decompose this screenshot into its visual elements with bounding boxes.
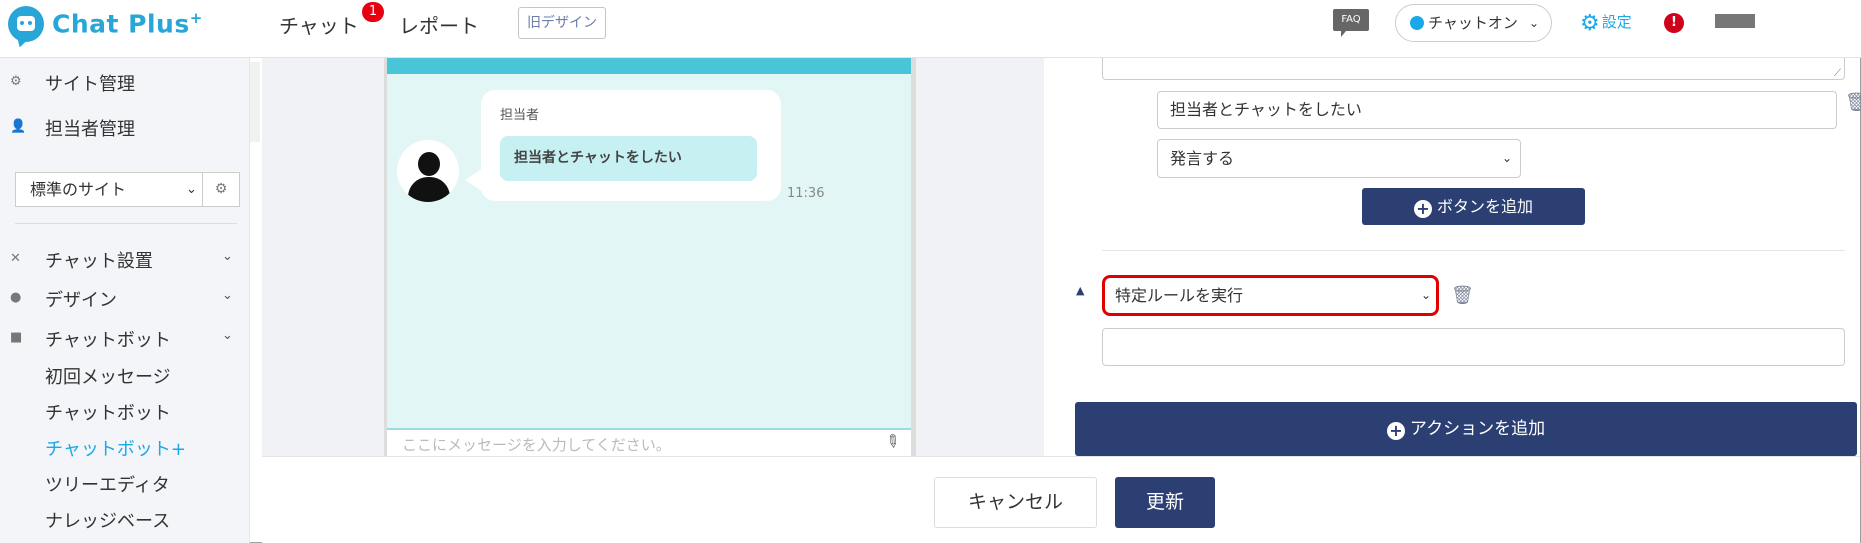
gear-icon: ⚙ [10, 74, 22, 89]
sender-name: 担当者 [500, 108, 540, 123]
sidebar-item-label: デザイン [45, 290, 117, 311]
add-action-button[interactable]: + アクションを追加 [1075, 402, 1857, 456]
sidebar-subitem-chatbot-plus[interactable]: チャットボット+ [45, 435, 186, 461]
divider [1102, 250, 1845, 251]
chevron-down-icon: ⌄ [1421, 288, 1432, 302]
settings-link[interactable]: ⚙ 設定 [1580, 11, 1632, 36]
message-input-placeholder: ここにメッセージを入力してください。 [402, 436, 671, 454]
old-design-button[interactable]: 旧デザイン [518, 7, 606, 39]
avatar [397, 140, 459, 202]
chevron-down-icon: ⌄ [222, 249, 233, 264]
add-button-button[interactable]: + ボタンを追加 [1362, 188, 1585, 225]
rule-select-field[interactable] [1102, 328, 1845, 366]
site-select[interactable]: 標準のサイト ⌄ [15, 172, 203, 207]
chat-bubble-icon [8, 6, 44, 42]
message-input[interactable]: ここにメッセージを入力してください。 ✎ [387, 428, 911, 456]
nav-report[interactable]: レポート [399, 10, 479, 39]
chat-status-toggle[interactable]: チャットオン ⌄ [1395, 4, 1552, 42]
button-action-select[interactable]: 発言する ⌄ [1157, 139, 1521, 178]
settings-label: 設定 [1601, 13, 1632, 31]
button-text-input[interactable]: 担当者とチャットをしたい [1157, 91, 1837, 129]
plus-icon: + [1386, 422, 1405, 440]
divider [15, 223, 237, 224]
paperclip-icon[interactable]: ✎ [880, 430, 904, 454]
sidebar-subitem-first-message[interactable]: 初回メッセージ [45, 363, 171, 389]
button-action-value: 発言する [1170, 149, 1235, 168]
user-menu[interactable] [1715, 14, 1755, 28]
sidebar-item-label: チャットボット [45, 330, 171, 351]
sidebar-item-label: チャット設置 [45, 251, 153, 272]
sidebar-subitem-chatbot[interactable]: チャットボット [45, 399, 171, 425]
preview-header-bar [387, 58, 911, 74]
trash-icon[interactable]: 🗑 [1451, 285, 1474, 306]
sidebar-subitem-tree-editor[interactable]: ツリーエディタ [45, 471, 170, 497]
chevron-down-icon: ⌄ [1528, 16, 1539, 30]
chevron-down-icon: ⌄ [186, 182, 197, 197]
chat-notification-badge: 1 [362, 2, 384, 22]
cancel-button[interactable]: キャンセル [934, 477, 1097, 528]
chat-status-label: チャットオン [1428, 14, 1518, 32]
faq-icon[interactable]: FAQ [1333, 9, 1369, 37]
plus-icon: + [1413, 200, 1432, 218]
trash-icon[interactable]: 🗑 [1845, 92, 1861, 113]
user-gear-icon: 👤 [10, 119, 27, 134]
rule-action-select[interactable]: 特定ルールを実行 ⌄ [1102, 275, 1439, 316]
sidebar-scrollbar[interactable] [250, 62, 260, 142]
sidebar-item-label: 担当者管理 [45, 119, 135, 140]
status-dot-icon [1410, 16, 1424, 30]
chat-icon: ■ [10, 330, 23, 345]
tools-icon: ✕ [10, 251, 21, 266]
site-settings-button[interactable]: ⚙ [203, 172, 240, 207]
sidebar-item-label: サイト管理 [45, 74, 135, 95]
update-button[interactable]: 更新 [1115, 477, 1215, 528]
site-select-value: 標準のサイト [30, 180, 127, 199]
logo-text: Chat Plus [52, 9, 190, 39]
chevron-down-icon: ⌄ [1502, 151, 1513, 165]
alert-icon[interactable]: ! [1664, 13, 1684, 33]
sidebar: ⚙ サイト管理 👤 担当者管理 標準のサイト ⌄ ⚙ ✕ チャット設置 ⌄ ● … [0, 58, 250, 543]
message-textarea[interactable] [1102, 58, 1845, 80]
top-header: Chat Plus+ チャット 1 レポート 旧デザイン FAQ チャットオン … [0, 0, 1861, 58]
message-time: 11:36 [787, 186, 825, 201]
rule-action-value: 特定ルールを実行 [1115, 286, 1244, 305]
logo-plus: + [189, 9, 203, 28]
nav-chat[interactable]: チャット [279, 10, 359, 39]
choice-button[interactable]: 担当者とチャットをしたい [500, 136, 757, 181]
gear-icon: ⚙ [1580, 11, 1600, 36]
message-bubble: 担当者 担当者とチャットをしたい [465, 90, 781, 201]
chevron-down-icon: ⌄ [222, 288, 233, 303]
chevron-down-icon: ⌄ [222, 328, 233, 343]
collapse-arrow-icon[interactable]: ▲ [1076, 284, 1084, 297]
logo[interactable]: Chat Plus+ [8, 6, 203, 42]
sidebar-subitem-knowledge-base[interactable]: ナレッジベース [45, 507, 170, 533]
chat-preview-window: 担当者 担当者とチャットをしたい 11:36 ここにメッセージを入力してください… [384, 58, 916, 456]
gear-icon: ⚙ [214, 181, 228, 197]
add-button-label: ボタンを追加 [1436, 197, 1533, 216]
add-action-label: アクションを追加 [1409, 419, 1546, 439]
palette-icon: ● [10, 290, 22, 305]
